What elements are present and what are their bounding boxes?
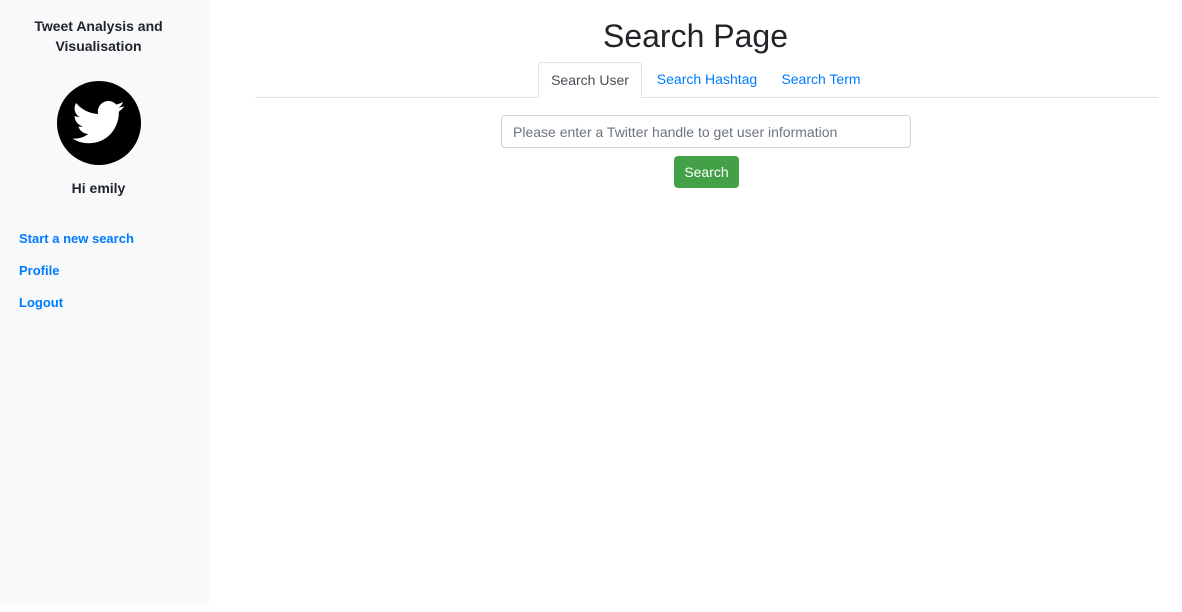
search-tabs: Search User Search Hashtag Search Term: [255, 62, 1158, 98]
sidebar-nav: Start a new search Profile Logout: [19, 230, 134, 326]
app-title: Tweet Analysis and Visualisation: [34, 18, 163, 54]
page-title: Search Page: [602, 18, 788, 54]
search-button[interactable]: Search: [674, 156, 739, 188]
sidebar: Tweet Analysis and Visualisation Hi emil…: [0, 0, 209, 605]
main-content: Search Page Search User Search Hashtag S…: [209, 0, 1182, 612]
tab-search-term[interactable]: Search Term: [776, 62, 866, 98]
sidebar-item-start-new-search[interactable]: Start a new search: [19, 230, 134, 262]
twitter-bird-icon: [57, 81, 141, 165]
sidebar-item-profile[interactable]: Profile: [19, 262, 134, 294]
user-greeting: Hi emily: [71, 180, 126, 196]
twitter-handle-input[interactable]: [501, 115, 911, 148]
tab-search-hashtag[interactable]: Search Hashtag: [652, 62, 762, 98]
sidebar-item-logout[interactable]: Logout: [19, 294, 134, 326]
app: Tweet Analysis and Visualisation Hi emil…: [0, 0, 1182, 612]
tab-search-user[interactable]: Search User: [538, 62, 642, 98]
